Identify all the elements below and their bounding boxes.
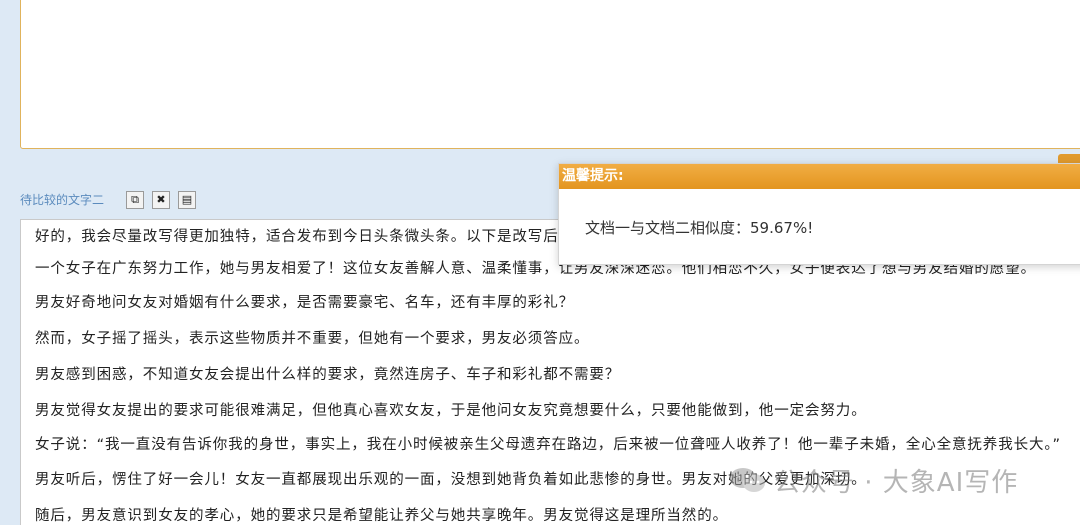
- text-input-one[interactable]: [20, 0, 1080, 149]
- comment-icon: ▤: [181, 193, 193, 206]
- text-line: 好的，我会尽量改写得更加独特，适合发布到今日头条微头条。以下是改写后的内容：: [35, 229, 621, 245]
- compare-field-label: 待比较的文字二: [20, 193, 105, 207]
- copy-icon: ⧉: [131, 193, 139, 206]
- wechat-icon: [730, 468, 765, 492]
- watermark-text: 公众号 · 大象AI写作: [774, 467, 1019, 498]
- clear-button[interactable]: ✖: [152, 191, 170, 209]
- similarity-dialog: 温馨提示: 文档一与文档二相似度：59.67%!: [558, 163, 1080, 265]
- comment-button[interactable]: ▤: [178, 191, 196, 209]
- text-line: 男友感到困惑，不知道女友会提出什么样的要求，竟然连房子、车子和彩礼都不需要？: [35, 367, 621, 383]
- dialog-title: 温馨提示:: [559, 164, 1080, 189]
- copy-button[interactable]: ⧉: [126, 191, 144, 209]
- watermark: 公众号 · 大象AI写作: [728, 462, 1018, 498]
- text-line: 然而，女子摇了摇头，表示这些物质并不重要，但她有一个要求，男友必须答应。: [35, 331, 590, 347]
- text-line: 男友好奇地问女友对婚姻有什么要求，是否需要豪宅、名车，还有丰厚的彩礼？: [35, 295, 574, 311]
- text-line: 女子说：“我一直没有告诉你我的身世，事实上，我在小时候被亲生父母遗弃在路边，后来…: [35, 437, 1061, 453]
- similarity-message: 文档一与文档二相似度：59.67%!: [585, 219, 814, 237]
- clear-icon: ✖: [156, 193, 166, 206]
- text-line: 随后，男友意识到女友的孝心，她的要求只是希望能让养父与她共享晚年。男友觉得这是理…: [35, 508, 728, 524]
- text-line: 男友觉得女友提出的要求可能很难满足，但他真心喜欢女友，于是他问女友究竟想要什么，…: [35, 403, 867, 419]
- page: 待比较的文字二 ⧉ ✖ ▤ 好的，我会尽量改写得更加独特，适合发布到今日头条微头…: [0, 0, 1080, 525]
